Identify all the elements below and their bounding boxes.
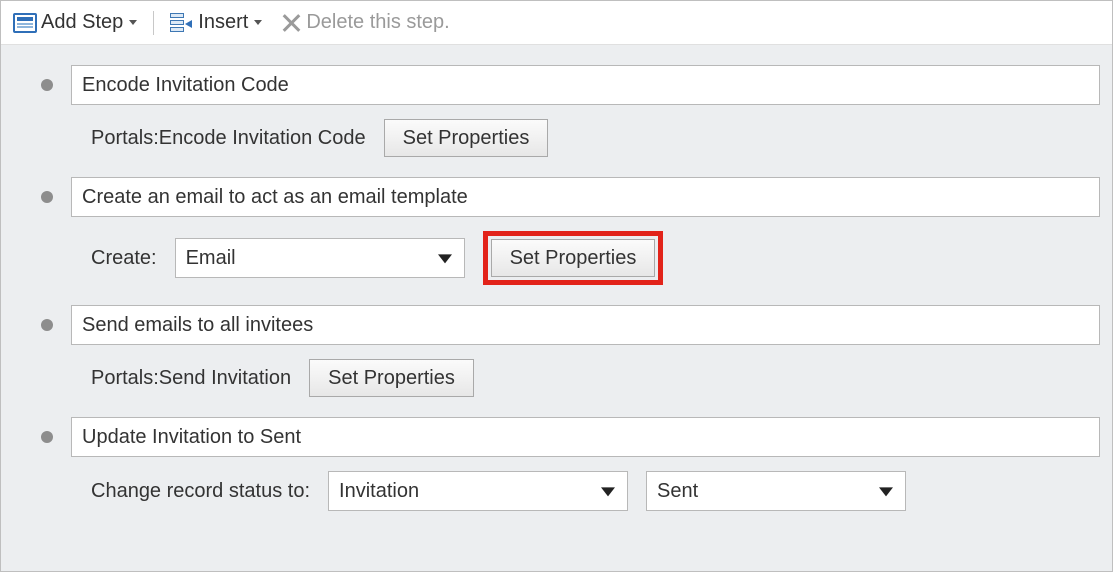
change-status-label: Change record status to:	[91, 480, 310, 503]
select-value: Invitation	[339, 480, 419, 503]
status-value-select[interactable]: Sent	[646, 471, 906, 511]
chevron-down-icon	[601, 487, 615, 496]
delete-label: Delete this step.	[306, 11, 449, 34]
workflow-step: Portals:Send Invitation Set Properties	[13, 305, 1100, 411]
add-step-label: Add Step	[41, 11, 123, 34]
insert-label: Insert	[198, 11, 248, 34]
step-title-input[interactable]	[71, 305, 1100, 345]
workflow-step: Portals:Encode Invitation Code Set Prope…	[13, 65, 1100, 171]
step-detail: Create: Email Set Properties	[13, 217, 1100, 299]
workflow-step: Change record status to: Invitation Sent	[13, 417, 1100, 525]
set-properties-button[interactable]: Set Properties	[384, 119, 549, 157]
step-detail: Portals:Encode Invitation Code Set Prope…	[13, 105, 1100, 171]
dropdown-arrow-icon	[254, 20, 262, 25]
bullet-icon	[41, 319, 53, 331]
action-label: Portals:Send Invitation	[91, 367, 291, 390]
set-properties-button[interactable]: Set Properties	[491, 239, 656, 277]
step-header	[13, 305, 1100, 345]
status-entity-select[interactable]: Invitation	[328, 471, 628, 511]
chevron-down-icon	[438, 254, 452, 263]
workflow-editor: Add Step Insert Delete this step. Portal…	[0, 0, 1113, 572]
add-step-button[interactable]: Add Step	[7, 9, 143, 36]
step-title-input[interactable]	[71, 65, 1100, 105]
action-label: Portals:Encode Invitation Code	[91, 127, 366, 150]
toolbar: Add Step Insert Delete this step.	[1, 1, 1112, 45]
dropdown-arrow-icon	[129, 20, 137, 25]
step-header	[13, 177, 1100, 217]
bullet-icon	[41, 431, 53, 443]
insert-row-icon	[170, 13, 194, 33]
select-value: Sent	[657, 480, 698, 503]
chevron-down-icon	[879, 487, 893, 496]
set-properties-button[interactable]: Set Properties	[309, 359, 474, 397]
insert-button[interactable]: Insert	[164, 9, 268, 36]
highlight-box: Set Properties	[483, 231, 664, 285]
delete-step-button: Delete this step.	[274, 9, 455, 36]
workflow-step-icon	[13, 13, 37, 33]
delete-x-icon	[280, 12, 302, 34]
toolbar-separator	[153, 11, 154, 35]
bullet-icon	[41, 191, 53, 203]
step-header	[13, 65, 1100, 105]
step-detail: Portals:Send Invitation Set Properties	[13, 345, 1100, 411]
workflow-step: Create: Email Set Properties	[13, 177, 1100, 299]
create-entity-select[interactable]: Email	[175, 238, 465, 278]
steps-container: Portals:Encode Invitation Code Set Prope…	[1, 45, 1112, 571]
step-header	[13, 417, 1100, 457]
bullet-icon	[41, 79, 53, 91]
create-label: Create:	[91, 247, 157, 270]
step-title-input[interactable]	[71, 417, 1100, 457]
step-title-input[interactable]	[71, 177, 1100, 217]
select-value: Email	[186, 247, 236, 270]
step-detail: Change record status to: Invitation Sent	[13, 457, 1100, 525]
